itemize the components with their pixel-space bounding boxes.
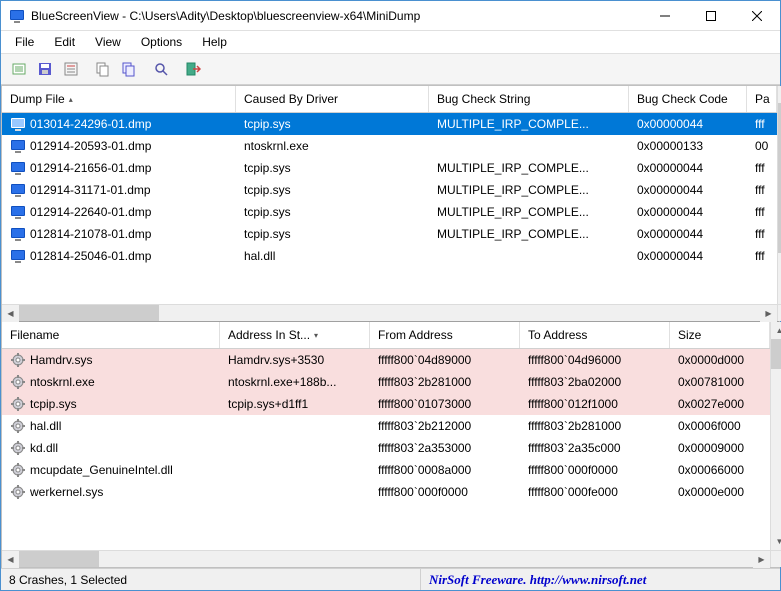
table-row[interactable]: 012914-22640-01.dmptcpip.sysMULTIPLE_IRP… [2,201,777,223]
menubar: File Edit View Options Help [1,31,780,53]
col-from-address[interactable]: From Address [370,322,520,348]
close-button[interactable] [734,1,780,31]
table-row[interactable]: Hamdrv.sysHamdrv.sys+3530fffff800`04d890… [2,349,770,371]
titlebar[interactable]: BlueScreenView - C:\Users\Adity\Desktop\… [1,1,780,31]
scroll-right-icon[interactable]: ▶ [760,305,777,322]
table-row[interactable]: hal.dllfffff803`2b212000fffff803`2b28100… [2,415,770,437]
dump-list-pane: Dump File▴ Caused By Driver Bug Check St… [2,86,779,322]
col-address-in-stack[interactable]: Address In St...▾ [220,322,370,348]
scroll-up-icon[interactable]: ▲ [771,322,781,339]
module-list-header: Filename Address In St...▾ From Address … [2,322,770,349]
col-filename[interactable]: Filename [2,322,220,348]
table-row[interactable]: tcpip.systcpip.sys+d1ff1fffff800`0107300… [2,393,770,415]
dump-list-header: Dump File▴ Caused By Driver Bug Check St… [2,86,777,113]
col-bug-check-code[interactable]: Bug Check Code [629,86,747,112]
status-text: 8 Crashes, 1 Selected [1,569,421,590]
scroll-left-icon[interactable]: ◀ [2,305,19,322]
menu-options[interactable]: Options [131,33,192,51]
tool-selectall-icon[interactable] [117,57,141,81]
table-row[interactable]: 013014-24296-01.dmptcpip.sysMULTIPLE_IRP… [2,113,777,135]
maximize-button[interactable] [688,1,734,31]
dump-list-body[interactable]: 013014-24296-01.dmptcpip.sysMULTIPLE_IRP… [2,113,777,304]
tool-properties-icon[interactable] [59,57,83,81]
col-to-address[interactable]: To Address [520,322,670,348]
app-window: BlueScreenView - C:\Users\Adity\Desktop\… [0,0,781,591]
table-row[interactable]: 012914-21656-01.dmptcpip.sysMULTIPLE_IRP… [2,157,777,179]
h-scrollbar-top[interactable]: ◀ ▶ [2,304,777,321]
scroll-left-icon[interactable]: ◀ [2,551,19,568]
menu-help[interactable]: Help [192,33,237,51]
tool-find-icon[interactable] [149,57,173,81]
app-icon [9,8,25,24]
col-caused-by[interactable]: Caused By Driver [236,86,429,112]
tool-open-icon[interactable] [7,57,31,81]
h-scrollbar-bottom[interactable]: ◀ ▶ [2,550,770,567]
menu-edit[interactable]: Edit [44,33,85,51]
panes: Dump File▴ Caused By Driver Bug Check St… [1,85,780,568]
col-p[interactable]: Pa [747,86,777,112]
table-row[interactable]: 012814-21078-01.dmptcpip.sysMULTIPLE_IRP… [2,223,777,245]
module-list-pane: Filename Address In St...▾ From Address … [2,322,779,567]
col-size[interactable]: Size [670,322,770,348]
scroll-right-icon[interactable]: ▶ [753,551,770,568]
table-row[interactable]: 012814-25046-01.dmphal.dll0x00000044fff [2,245,777,267]
table-row[interactable]: 012914-20593-01.dmpntoskrnl.exe0x0000013… [2,135,777,157]
tool-exit-icon[interactable] [181,57,205,81]
toolbar [1,53,780,85]
table-row[interactable]: kd.dllfffff803`2a353000fffff803`2a35c000… [2,437,770,459]
tool-copy-icon[interactable] [91,57,115,81]
module-list-body[interactable]: Hamdrv.sysHamdrv.sys+3530fffff800`04d890… [2,349,770,550]
v-scrollbar-top[interactable]: ▲ ▼ [777,86,781,321]
v-scrollbar-bottom[interactable]: ▲ ▼ [770,322,781,567]
menu-view[interactable]: View [85,33,131,51]
tool-save-icon[interactable] [33,57,57,81]
minimize-button[interactable] [642,1,688,31]
window-title: BlueScreenView - C:\Users\Adity\Desktop\… [31,9,642,23]
table-row[interactable]: mcupdate_GenuineIntel.dllfffff800`0008a0… [2,459,770,481]
table-row[interactable]: ntoskrnl.exentoskrnl.exe+188b...fffff803… [2,371,770,393]
statusbar: 8 Crashes, 1 Selected NirSoft Freeware. … [1,568,780,590]
col-bug-check-string[interactable]: Bug Check String [429,86,629,112]
col-dump-file[interactable]: Dump File▴ [2,86,236,112]
table-row[interactable]: werkernel.sysfffff800`000f0000fffff800`0… [2,481,770,503]
menu-file[interactable]: File [5,33,44,51]
scroll-down-icon[interactable]: ▼ [771,533,781,550]
table-row[interactable]: 012914-31171-01.dmptcpip.sysMULTIPLE_IRP… [2,179,777,201]
credit-text: NirSoft Freeware. http://www.nirsoft.net [421,572,780,588]
